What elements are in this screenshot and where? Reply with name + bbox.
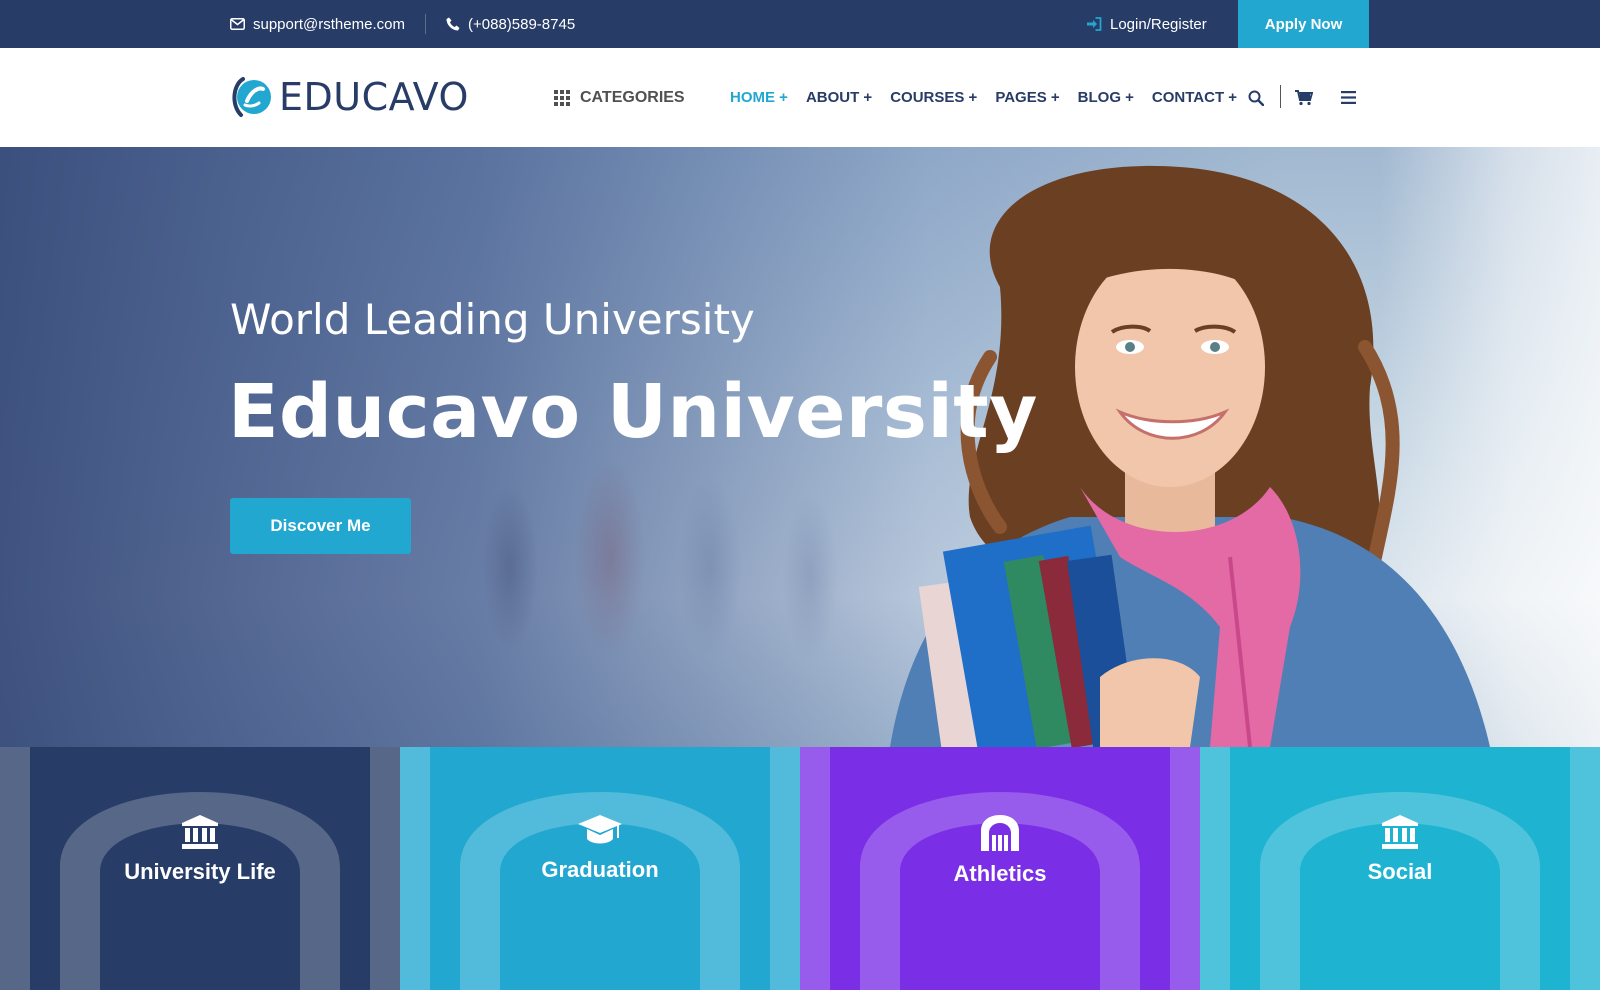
nav-item-pages[interactable]: PAGES + [995, 89, 1059, 106]
tile-content: Athletics [800, 815, 1200, 887]
nav-item-courses[interactable]: COURSES + [890, 89, 977, 106]
sign-in-icon [1087, 17, 1102, 31]
logo[interactable]: EDUCAVO [229, 75, 469, 119]
tile-title: Athletics [953, 861, 1047, 886]
email-text: support@rstheme.com [253, 15, 405, 33]
envelope-icon [230, 18, 245, 30]
tile-title: Social [1367, 859, 1433, 884]
login-register-text: Login/Register [1110, 15, 1207, 33]
apply-now-button[interactable]: Apply Now [1238, 0, 1369, 48]
logo-mark-icon [232, 77, 271, 117]
tile-content: University Life [0, 815, 400, 885]
categories-label: CATEGORIES [580, 88, 685, 106]
tile-title: University Life [124, 859, 276, 884]
logo-text: EDUCAVO [279, 75, 469, 119]
bank-icon [1382, 815, 1418, 849]
discover-me-button[interactable]: Discover Me [230, 498, 411, 554]
cart-button[interactable] [1295, 48, 1313, 147]
nav-item-blog[interactable]: BLOG + [1078, 89, 1134, 106]
header-icon-divider [1280, 85, 1281, 108]
tile-social[interactable]: Social [1200, 747, 1600, 990]
phone-icon [446, 17, 460, 31]
phone-link[interactable]: (+088)589-8745 [446, 0, 575, 48]
search-icon [1248, 90, 1264, 106]
tile-graduation[interactable]: Graduation [400, 747, 800, 990]
nav-item-home[interactable]: HOME + [730, 89, 788, 106]
hamburger-menu-icon [1341, 91, 1356, 104]
nav-item-contact[interactable]: CONTACT + [1152, 89, 1237, 106]
arch-building-icon [981, 815, 1019, 851]
graduation-cap-icon [578, 815, 622, 844]
top-bar: support@rstheme.com (+088)589-8745 Login… [0, 0, 1600, 48]
grid-icon [554, 89, 570, 106]
tile-content: Social [1200, 815, 1600, 885]
nav-item-about[interactable]: ABOUT + [806, 89, 872, 106]
main-nav: HOME + ABOUT + COURSES + PAGES + BLOG + … [730, 48, 1255, 147]
hero-title: Educavo University [228, 369, 1038, 455]
offcanvas-menu-button[interactable] [1341, 48, 1356, 147]
phone-text: (+088)589-8745 [468, 15, 576, 33]
email-link[interactable]: support@rstheme.com [230, 0, 405, 48]
hero-subtitle: World Leading University [230, 295, 755, 344]
tile-content: Graduation [400, 815, 800, 883]
search-button[interactable] [1248, 48, 1264, 147]
cart-icon [1295, 89, 1313, 105]
bank-icon [182, 815, 218, 849]
main-header: EDUCAVO CATEGORIES HOME + ABOUT + COURSE… [0, 48, 1600, 147]
login-register-link[interactable]: Login/Register [1087, 0, 1207, 48]
hero-banner: World Leading University Educavo Univers… [0, 147, 1600, 747]
tile-title: Graduation [541, 857, 659, 882]
tile-university-life[interactable]: University Life [0, 747, 400, 990]
feature-tiles: University Life Graduation Athletics Soc… [0, 747, 1600, 990]
categories-menu[interactable]: CATEGORIES [554, 48, 685, 147]
tile-athletics[interactable]: Athletics [800, 747, 1200, 990]
topbar-divider [425, 14, 426, 34]
